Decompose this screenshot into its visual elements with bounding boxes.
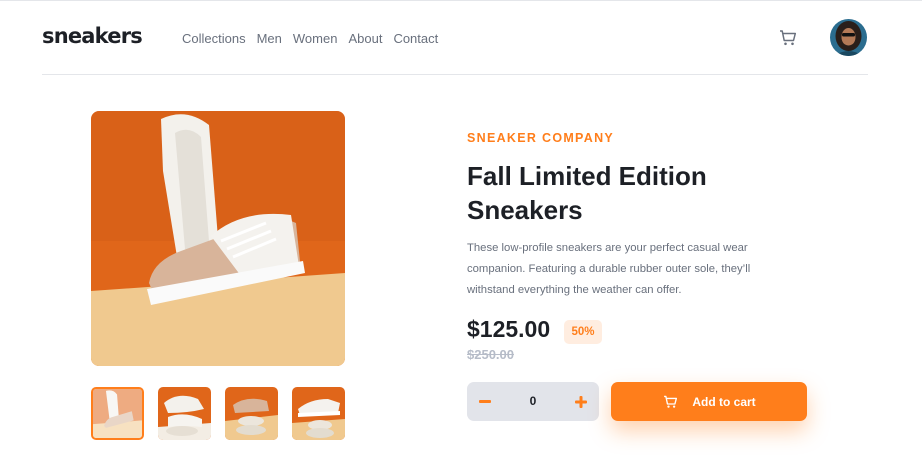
nav-link-men[interactable]: Men [257, 31, 282, 46]
decrease-button[interactable] [467, 382, 503, 421]
quantity-stepper: 0 [467, 382, 599, 421]
thumbnail-1[interactable] [91, 387, 144, 440]
increase-button[interactable] [563, 382, 599, 421]
cart-icon [664, 395, 678, 408]
original-price: $250.00 [467, 347, 514, 362]
cart-icon[interactable] [778, 28, 798, 48]
user-avatar[interactable] [830, 19, 867, 56]
minus-icon [479, 399, 491, 403]
product-description: These low-profile sneakers are your perf… [467, 242, 751, 296]
site-header: sneakers Collections Men Women About Con… [42, 0, 868, 75]
add-to-cart-button[interactable]: Add to cart [611, 382, 807, 421]
current-price: $125.00 [467, 316, 551, 342]
thumbnail-3[interactable] [225, 387, 278, 440]
product-title: Fall Limited Edition Sneakers [467, 161, 707, 225]
thumbnail-2[interactable] [158, 387, 211, 440]
discount-badge: 50% [564, 320, 602, 344]
plus-icon [575, 395, 587, 408]
company-name: SNEAKER COMPANY [467, 131, 615, 145]
nav-link-collections[interactable]: Collections [182, 31, 246, 46]
logo[interactable]: sneakers [42, 24, 143, 48]
thumbnail-4[interactable] [292, 387, 345, 440]
add-to-cart-label: Add to cart [692, 394, 756, 409]
main-product-image[interactable] [91, 111, 345, 366]
nav-link-women[interactable]: Women [293, 31, 338, 46]
nav-link-contact[interactable]: Contact [393, 31, 438, 46]
nav-link-about[interactable]: About [348, 31, 382, 46]
quantity-value: 0 [529, 394, 537, 408]
main-nav: Collections Men Women About Contact [182, 31, 449, 46]
